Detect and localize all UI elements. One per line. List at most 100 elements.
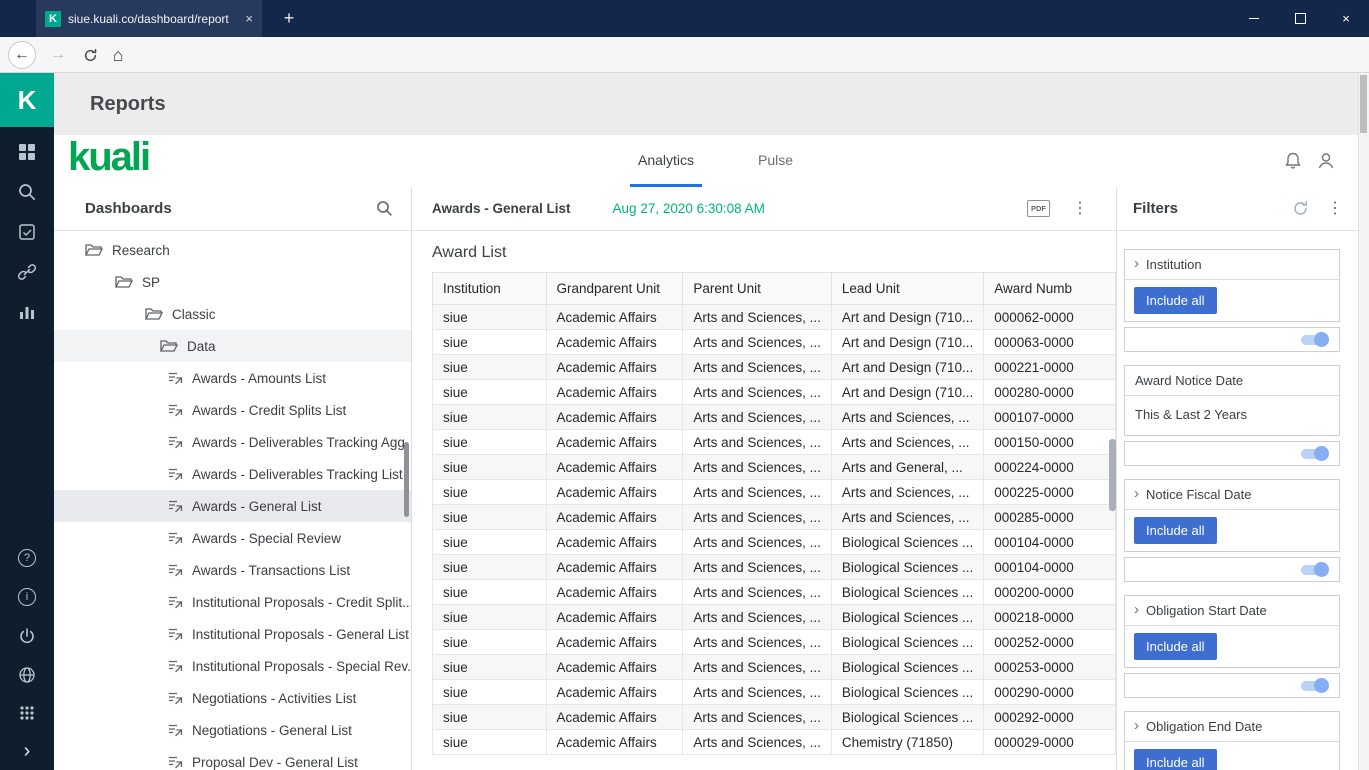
- table-row[interactable]: siue Academic Affairs Arts and Sciences, .…: [432, 454, 1116, 480]
- filter-section-header[interactable]: › Obligation End Date: [1125, 712, 1339, 742]
- chevron-right-icon[interactable]: ›: [1134, 601, 1139, 618]
- column-header-award-numb[interactable]: Award Numb: [983, 272, 1116, 305]
- table-row[interactable]: siue Academic Affairs Arts and Sciences, .…: [432, 654, 1116, 680]
- chart-icon[interactable]: [18, 303, 36, 321]
- table-cell: 000218-0000: [983, 604, 1116, 630]
- table-row[interactable]: siue Academic Affairs Arts and Sciences, .…: [432, 404, 1116, 430]
- dashboards-scrollbar-thumb[interactable]: [404, 442, 409, 517]
- forward-button[interactable]: →: [44, 41, 72, 69]
- tree-folder-data[interactable]: Data: [54, 330, 411, 362]
- tree-item-awards-deliverables-tracking-agg[interactable]: Awards - Deliverables Tracking Agg: [54, 426, 411, 458]
- reload-button[interactable]: [76, 41, 104, 69]
- table-row[interactable]: siue Academic Affairs Arts and Sciences, .…: [432, 504, 1116, 530]
- table-row[interactable]: siue Academic Affairs Arts and Sciences, .…: [432, 429, 1116, 455]
- tab-analytics[interactable]: Analytics: [630, 135, 703, 187]
- filter-section-header[interactable]: › Institution: [1125, 250, 1339, 280]
- include-all-button[interactable]: Include all: [1134, 287, 1217, 314]
- kuali-wordmark-logo[interactable]: kuali: [68, 135, 151, 180]
- filter-toggle-switch[interactable]: [1301, 678, 1329, 693]
- table-cell: siue: [432, 554, 547, 580]
- table-row[interactable]: siue Academic Affairs Arts and Sciences, .…: [432, 479, 1116, 505]
- help-icon[interactable]: ?: [18, 549, 36, 567]
- table-row[interactable]: siue Academic Affairs Arts and Sciences, .…: [432, 604, 1116, 630]
- filter-section-header[interactable]: › Notice Fiscal Date: [1125, 480, 1339, 510]
- kuali-logo-tile[interactable]: K: [0, 73, 54, 127]
- table-cell: Biological Sciences ...: [830, 579, 985, 605]
- expand-rail-icon[interactable]: ›: [24, 741, 31, 761]
- table-row[interactable]: siue Academic Affairs Arts and Sciences, .…: [432, 729, 1116, 755]
- tree-item-awards-deliverables-tracking-list[interactable]: Awards - Deliverables Tracking List: [54, 458, 411, 490]
- table-row[interactable]: siue Academic Affairs Arts and Sciences, .…: [432, 354, 1116, 380]
- chevron-right-icon[interactable]: ›: [1134, 485, 1139, 502]
- close-button[interactable]: ×: [1323, 0, 1369, 37]
- new-tab-button[interactable]: +: [276, 5, 302, 31]
- globe-icon[interactable]: [18, 666, 36, 684]
- report-scrollbar-thumb[interactable]: [1109, 439, 1116, 511]
- search-icon[interactable]: [18, 183, 36, 201]
- person-icon[interactable]: [1316, 151, 1336, 171]
- column-header-institution[interactable]: Institution: [432, 272, 547, 305]
- filter-section-header[interactable]: › Obligation Start Date: [1125, 596, 1339, 626]
- filter-toggle-switch[interactable]: [1301, 332, 1329, 347]
- tree-item-negotiations-activities-list[interactable]: Negotiations - Activities List: [54, 682, 411, 714]
- tree-item-awards-amounts-list[interactable]: Awards - Amounts List: [54, 362, 411, 394]
- apps-grid-icon[interactable]: [19, 705, 35, 721]
- home-button[interactable]: ⌂: [104, 41, 132, 69]
- page-scrollbar[interactable]: [1358, 73, 1369, 770]
- column-header-parent-unit[interactable]: Parent Unit: [682, 272, 832, 305]
- include-all-button[interactable]: Include all: [1134, 633, 1217, 660]
- chevron-right-icon[interactable]: ›: [1134, 255, 1139, 272]
- tree-item-institutional-proposals-credit-split[interactable]: Institutional Proposals - Credit Split..…: [54, 586, 411, 618]
- table-row[interactable]: siue Academic Affairs Arts and Sciences, .…: [432, 629, 1116, 655]
- maximize-button[interactable]: [1277, 0, 1323, 37]
- table-row[interactable]: siue Academic Affairs Arts and Sciences, .…: [432, 304, 1116, 330]
- include-all-button[interactable]: Include all: [1134, 517, 1217, 544]
- tree-folder-research[interactable]: Research: [54, 234, 411, 266]
- filter-toggle-switch[interactable]: [1301, 562, 1329, 577]
- column-header-lead-unit[interactable]: Lead Unit: [830, 272, 985, 305]
- tree-item-awards-transactions-list[interactable]: Awards - Transactions List: [54, 554, 411, 586]
- browser-tab[interactable]: K siue.kuali.co/dashboard/report ×: [36, 0, 262, 37]
- tab-pulse[interactable]: Pulse: [750, 135, 801, 184]
- table-row[interactable]: siue Academic Affairs Arts and Sciences, .…: [432, 379, 1116, 405]
- tree-item-proposal-dev-general-list[interactable]: Proposal Dev - General List: [54, 746, 411, 770]
- filter-toggle-switch[interactable]: [1301, 446, 1329, 461]
- dashboards-search-icon[interactable]: [376, 200, 393, 217]
- table-row[interactable]: siue Academic Affairs Arts and Sciences, .…: [432, 679, 1116, 705]
- link-icon[interactable]: [18, 263, 36, 281]
- table-row[interactable]: siue Academic Affairs Arts and Sciences, .…: [432, 529, 1116, 555]
- tree-item-institutional-proposals-general-list[interactable]: Institutional Proposals - General List: [54, 618, 411, 650]
- filters-menu-icon[interactable]: ⋮: [1327, 200, 1343, 216]
- table-cell: Biological Sciences ...: [830, 554, 985, 580]
- tree-item-negotiations-general-list[interactable]: Negotiations - General List: [54, 714, 411, 746]
- toggle-knob: [1314, 562, 1329, 577]
- column-header-grandparent-unit[interactable]: Grandparent Unit: [545, 272, 684, 305]
- chevron-right-icon[interactable]: ›: [1134, 717, 1139, 734]
- table-cell: siue: [432, 604, 547, 630]
- tree-item-awards-credit-splits-list[interactable]: Awards - Credit Splits List: [54, 394, 411, 426]
- report-menu-icon[interactable]: ⋮: [1072, 200, 1088, 216]
- tree-item-institutional-proposals-special-rev[interactable]: Institutional Proposals - Special Rev...: [54, 650, 411, 682]
- bell-icon[interactable]: [1283, 151, 1303, 171]
- tab-close-icon[interactable]: ×: [245, 11, 253, 26]
- table-row[interactable]: siue Academic Affairs Arts and Sciences, .…: [432, 329, 1116, 355]
- minimize-button[interactable]: [1231, 0, 1277, 37]
- include-all-button[interactable]: Include all: [1134, 749, 1217, 770]
- tree-item-awards-special-review[interactable]: Awards - Special Review: [54, 522, 411, 554]
- table-row[interactable]: siue Academic Affairs Arts and Sciences, .…: [432, 704, 1116, 730]
- filter-section-header[interactable]: Award Notice Date: [1125, 366, 1339, 396]
- info-icon[interactable]: i: [18, 588, 36, 606]
- page-scrollbar-thumb[interactable]: [1360, 75, 1367, 133]
- tree-folder-sp[interactable]: SP: [54, 266, 411, 298]
- refresh-icon[interactable]: [1292, 200, 1309, 217]
- tree-folder-classic[interactable]: Classic: [54, 298, 411, 330]
- back-button[interactable]: ←: [8, 41, 36, 69]
- tasks-icon[interactable]: [18, 223, 36, 241]
- pdf-export-button[interactable]: PDF: [1027, 200, 1050, 217]
- power-icon[interactable]: [18, 627, 36, 645]
- table-row[interactable]: siue Academic Affairs Arts and Sciences, .…: [432, 579, 1116, 605]
- tree-item-awards-general-list[interactable]: Awards - General List: [54, 490, 411, 522]
- dashboard-icon[interactable]: [18, 143, 36, 161]
- filters-panel: Filters ⋮ › Institution Include all Award N…: [1117, 187, 1369, 770]
- table-row[interactable]: siue Academic Affairs Arts and Sciences, .…: [432, 554, 1116, 580]
